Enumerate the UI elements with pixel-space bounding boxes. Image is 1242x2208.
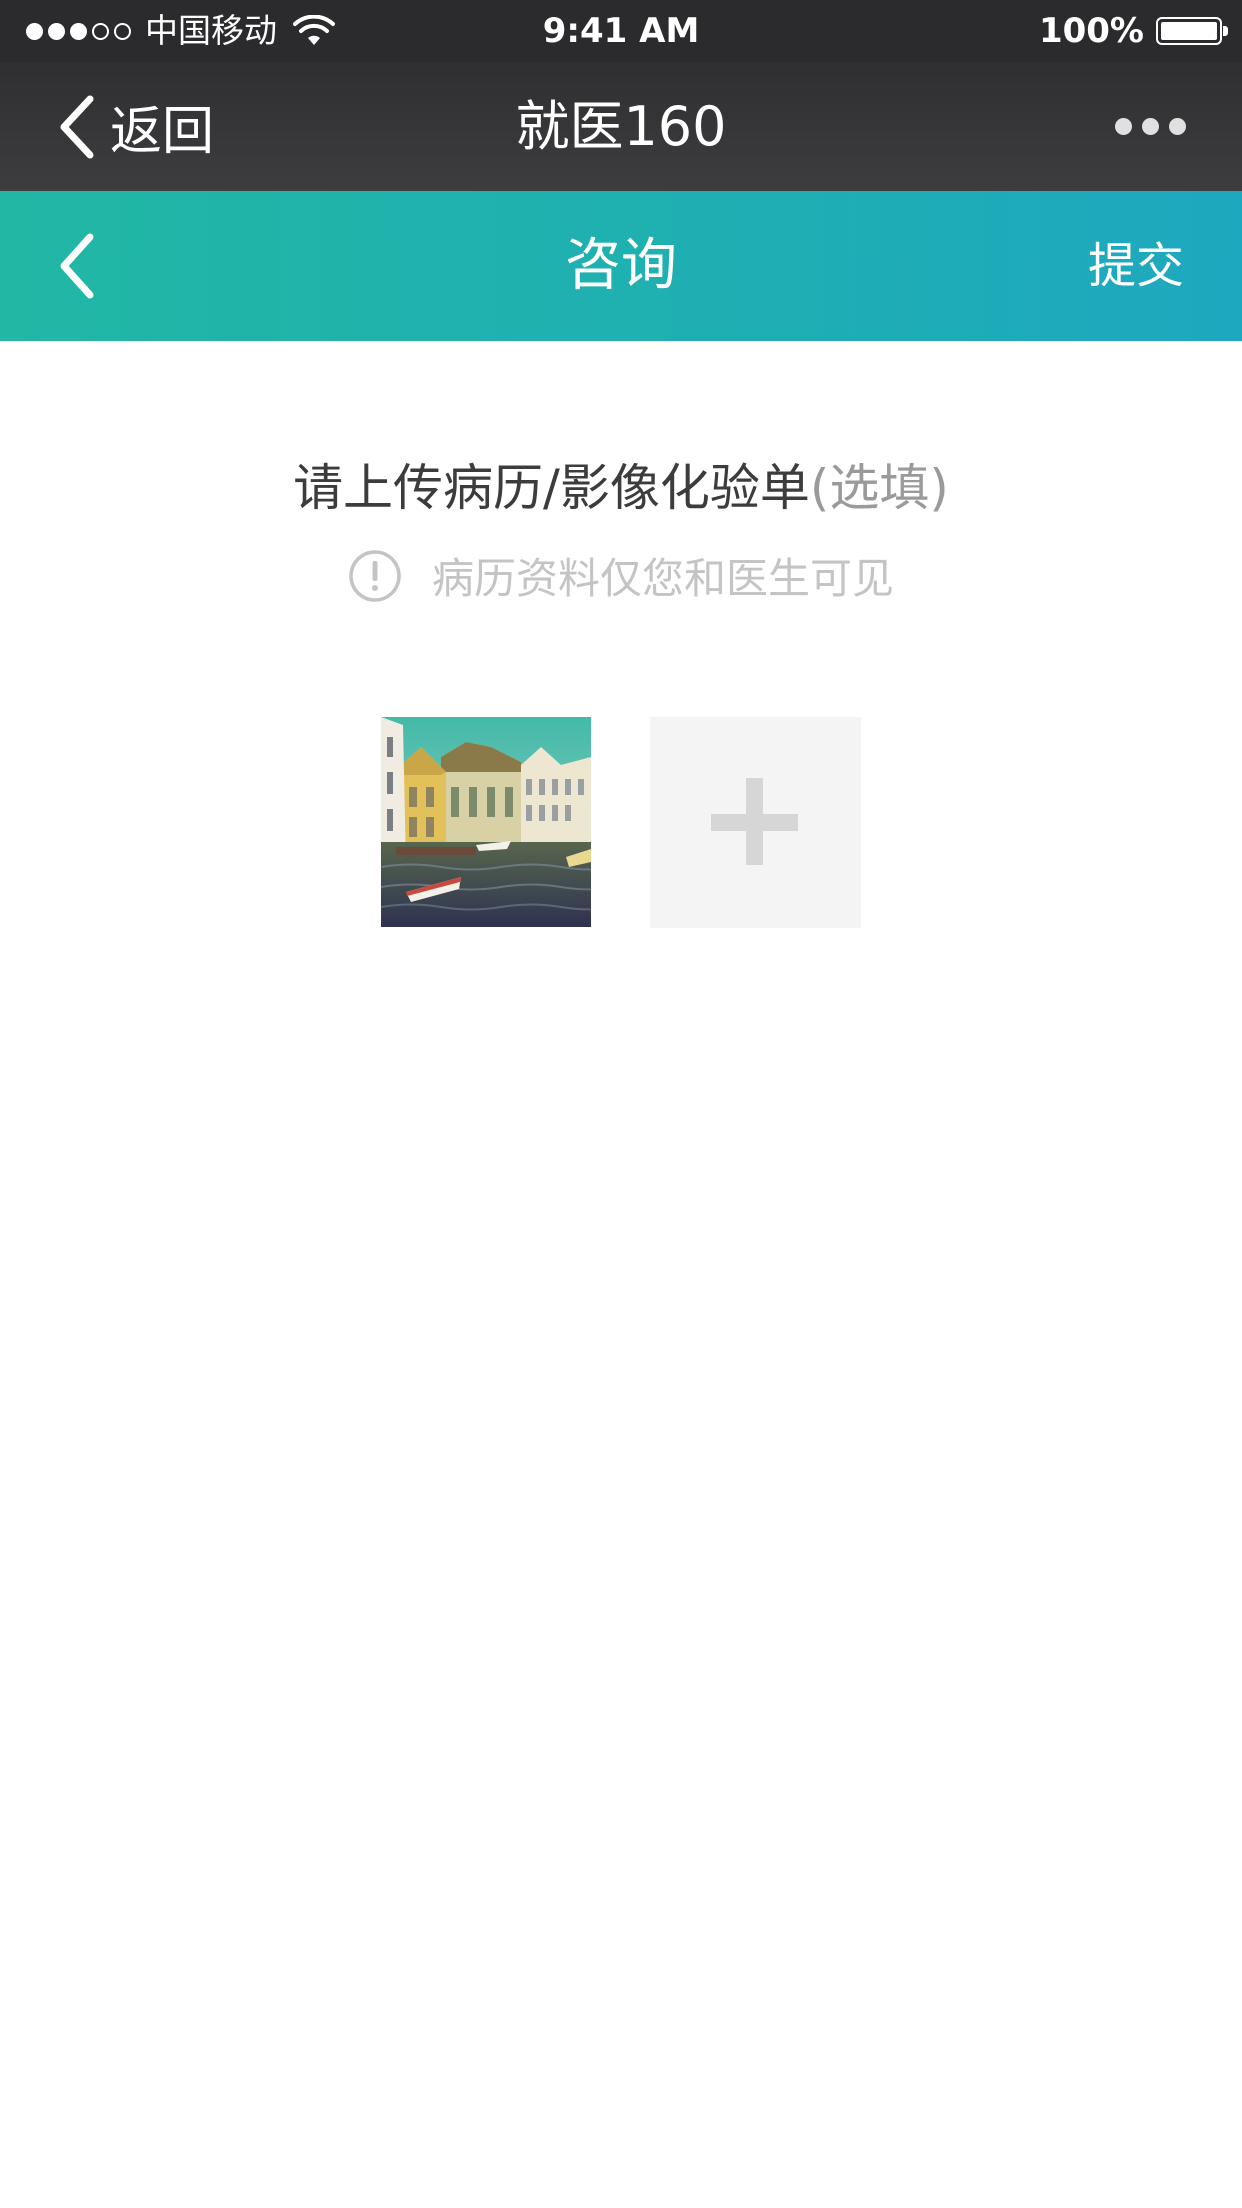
more-dots-icon[interactable]	[1115, 62, 1186, 191]
more-dot	[1115, 118, 1132, 135]
screen: 中国移动 9:41 AM 100% 返回 就医160 咨询 提交 请上传病历/影…	[0, 0, 1242, 2208]
privacy-hint: 病历资料仅您和医生可见	[0, 545, 1242, 606]
status-bar: 中国移动 9:41 AM 100%	[0, 0, 1242, 62]
consult-header: 咨询 提交	[0, 191, 1242, 341]
uploaded-image-thumbnail[interactable]	[381, 717, 591, 927]
plus-icon-vertical	[746, 778, 763, 865]
back-button[interactable]	[56, 191, 116, 341]
optional-label: (选填)	[809, 459, 949, 517]
submit-button[interactable]: 提交	[1088, 191, 1184, 341]
add-image-button[interactable]	[650, 717, 861, 928]
privacy-hint-text: 病历资料仅您和医生可见	[431, 554, 894, 603]
upload-heading-text: 请上传病历/影像化验单	[293, 459, 810, 517]
uploaded-photo	[381, 717, 591, 927]
chevron-left-icon	[60, 95, 94, 158]
battery-tip	[1223, 26, 1228, 36]
battery-icon	[1156, 17, 1228, 45]
top-nav-bar: 返回 就医160	[0, 62, 1242, 191]
battery-fill	[1161, 22, 1217, 40]
battery-percent: 100%	[1038, 11, 1144, 51]
page-title: 咨询	[565, 233, 677, 298]
status-right: 100%	[1038, 0, 1228, 62]
more-dot	[1142, 118, 1159, 135]
top-back-label: 返回	[110, 102, 215, 162]
more-dot	[1169, 118, 1186, 135]
top-nav-title: 就医160	[515, 95, 727, 158]
top-back-button[interactable]: 返回	[56, 62, 214, 191]
upload-heading: 请上传病历/影像化验单(选填)	[0, 452, 1242, 524]
chevron-left-icon	[60, 233, 94, 299]
exclamation-circle-icon	[349, 549, 401, 602]
